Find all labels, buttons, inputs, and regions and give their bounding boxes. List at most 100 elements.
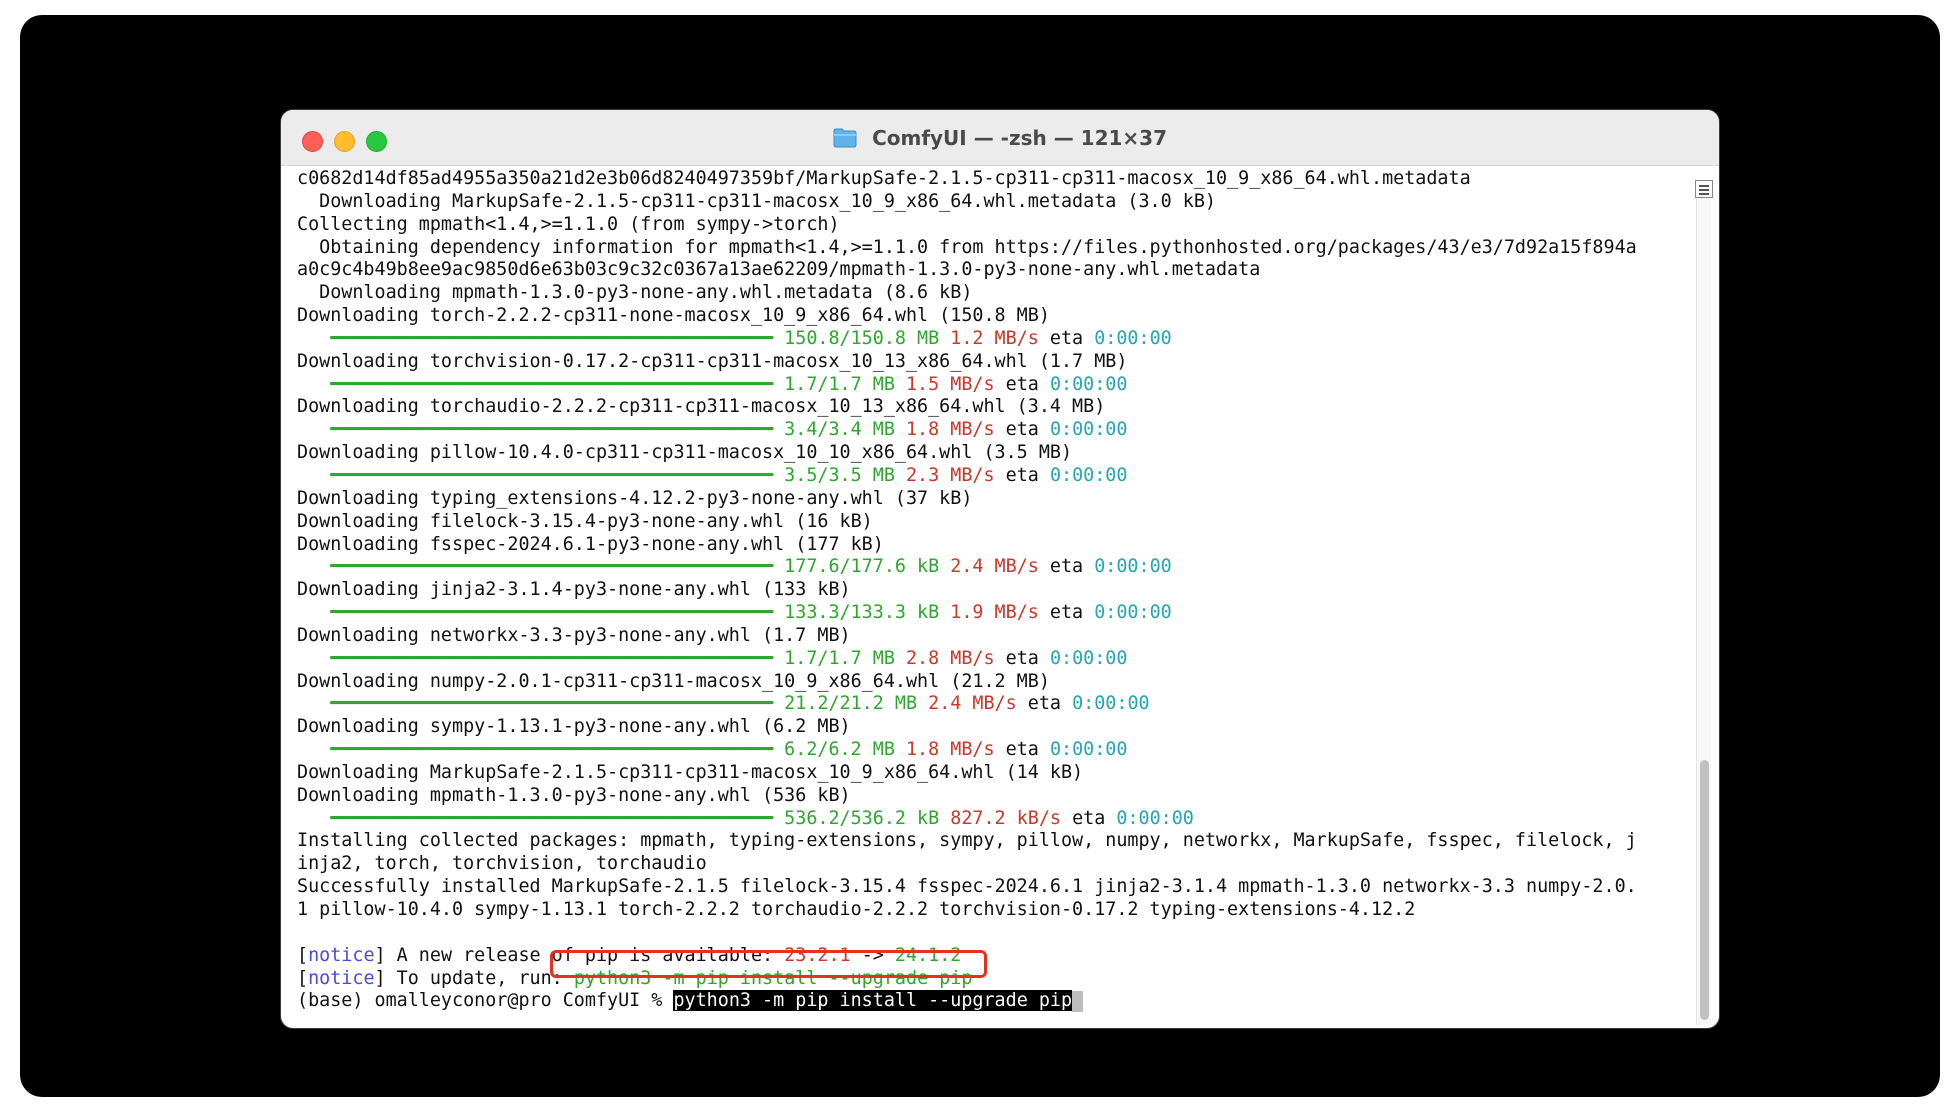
cyan-text: 0:00:00 <box>1072 693 1150 715</box>
line-text: inja2, torch, torchvision, torchaudio <box>297 853 707 875</box>
red-text: 1.2 MB/s <box>950 327 1039 349</box>
terminal-line: ━━━━━━━━━━━━━━━━━━━━━━━━━━━━━━━━━━━━━━━━… <box>297 648 1697 671</box>
red-text: 2.8 MB/s <box>905 647 995 669</box>
line-text: eta <box>994 373 1050 395</box>
line-text <box>939 328 950 349</box>
terminal-line: ━━━━━━━━━━━━━━━━━━━━━━━━━━━━━━━━━━━━━━━━… <box>297 602 1697 625</box>
red-text: 1.8 MB/s <box>905 419 995 441</box>
terminal-line <box>297 922 1697 945</box>
line-text: Downloading fsspec-2024.6.1-py3-none-any… <box>297 533 884 555</box>
line-text: Downloading mpmath-1.3.0-py3-none-any.wh… <box>297 282 973 304</box>
terminal-line: Downloading torchvision-0.17.2-cp311-cp3… <box>297 351 1697 374</box>
terminal-line: Downloading filelock-3.15.4-py3-none-any… <box>297 511 1697 534</box>
cyan-text: 0:00:00 <box>1094 602 1172 624</box>
terminal-line: inja2, torch, torchvision, torchaudio <box>297 853 1697 876</box>
title-bar[interactable]: ComfyUI — -zsh — 121×37 <box>281 110 1719 166</box>
text-cursor <box>1072 990 1084 1012</box>
terminal-line: Downloading MarkupSafe-2.1.5-cp311-cp311… <box>297 762 1697 785</box>
line-text: eta <box>1038 602 1095 624</box>
terminal-line: [notice] To update, run: python3 -m pip … <box>297 968 1697 991</box>
line-text <box>939 556 950 577</box>
line-text: [ <box>297 967 309 989</box>
line-text <box>895 648 906 669</box>
cyan-text: 0:00:00 <box>1094 327 1172 349</box>
red-text: 1.9 MB/s <box>950 602 1039 624</box>
terminal-line: Downloading torchaudio-2.2.2-cp311-cp311… <box>297 396 1697 419</box>
line-text: eta <box>994 647 1050 669</box>
vertical-scrollbar[interactable] <box>1695 180 1713 1025</box>
line-text: Downloading typing_extensions-4.12.2-py3… <box>297 487 973 509</box>
terminal-line: Installing collected packages: mpmath, t… <box>297 830 1697 853</box>
terminal-line: Downloading jinja2-3.1.4-py3-none-any.wh… <box>297 579 1697 602</box>
line-text: eta <box>994 419 1050 441</box>
terminal-line: [notice] A new release of pip is availab… <box>297 945 1697 968</box>
terminal-output[interactable]: c0682d14df85ad4955a350a21d2e3b06d8240497… <box>297 168 1697 1022</box>
line-text: Downloading MarkupSafe-2.1.5-cp311-cp311… <box>297 761 1084 783</box>
cyan-text: 0:00:00 <box>1049 464 1128 486</box>
terminal-line: Collecting mpmath<1.4,>=1.1.0 (from symp… <box>297 214 1697 237</box>
red-text: 1.5 MB/s <box>905 373 995 395</box>
line-text: 1 pillow-10.4.0 sympy-1.13.1 torch-2.2.2… <box>297 899 1416 920</box>
terminal-line: ━━━━━━━━━━━━━━━━━━━━━━━━━━━━━━━━━━━━━━━━… <box>297 465 1697 488</box>
line-text: eta <box>994 464 1050 486</box>
terminal-line: Downloading mpmath-1.3.0-py3-none-any.wh… <box>297 282 1697 305</box>
annotation-highlight-box <box>550 950 987 978</box>
green-text: ━━━━━━━━━━━━━━━━━━━━━━━━━━━━━━━━━━━━━━━━… <box>297 464 895 486</box>
line-text: eta <box>1038 556 1095 578</box>
cyan-text: 0:00:00 <box>1049 419 1128 441</box>
typed-command[interactable]: python3 -m pip install --upgrade pip <box>673 990 1073 1012</box>
terminal-line: Downloading pillow-10.4.0-cp311-cp311-ma… <box>297 442 1697 465</box>
notice-label: notice <box>308 967 375 989</box>
line-text <box>917 693 928 714</box>
terminal-line: Downloading numpy-2.0.1-cp311-cp311-maco… <box>297 671 1697 694</box>
line-text: eta <box>1016 693 1073 715</box>
red-text: 2.4 MB/s <box>950 556 1039 578</box>
screen-background: ComfyUI — -zsh — 121×37 c0682d14df85ad49… <box>20 15 1940 1097</box>
green-text: ━━━━━━━━━━━━━━━━━━━━━━━━━━━━━━━━━━━━━━━━… <box>297 556 940 578</box>
line-text: Downloading MarkupSafe-2.1.5-cp311-cp311… <box>297 190 1216 212</box>
terminal-line: ━━━━━━━━━━━━━━━━━━━━━━━━━━━━━━━━━━━━━━━━… <box>297 808 1697 831</box>
line-text: Downloading numpy-2.0.1-cp311-cp311-maco… <box>297 670 1050 692</box>
terminal-line: Obtaining dependency information for mpm… <box>297 237 1697 260</box>
line-text <box>297 922 308 943</box>
terminal-window[interactable]: ComfyUI — -zsh — 121×37 c0682d14df85ad49… <box>281 110 1719 1028</box>
red-text: 2.3 MB/s <box>905 464 995 486</box>
terminal-line: ━━━━━━━━━━━━━━━━━━━━━━━━━━━━━━━━━━━━━━━━… <box>297 739 1697 762</box>
green-text: ━━━━━━━━━━━━━━━━━━━━━━━━━━━━━━━━━━━━━━━━… <box>297 647 895 669</box>
line-text <box>895 374 906 395</box>
green-text: ━━━━━━━━━━━━━━━━━━━━━━━━━━━━━━━━━━━━━━━━… <box>297 807 940 829</box>
line-text <box>895 465 906 486</box>
line-text: Downloading filelock-3.15.4-py3-none-any… <box>297 510 873 532</box>
line-text: Downloading pillow-10.4.0-cp311-cp311-ma… <box>297 442 1073 464</box>
cyan-text: 0:00:00 <box>1049 647 1128 669</box>
line-text: Downloading torchaudio-2.2.2-cp311-cp311… <box>297 396 1106 418</box>
line-text: Installing collected packages: mpmath, t… <box>297 830 1637 852</box>
line-text: Collecting mpmath<1.4,>=1.1.0 (from symp… <box>297 213 840 235</box>
cyan-text: 0:00:00 <box>1049 373 1128 395</box>
terminal-line: Downloading MarkupSafe-2.1.5-cp311-cp311… <box>297 191 1697 214</box>
line-text: eta <box>994 739 1050 761</box>
terminal-line: ━━━━━━━━━━━━━━━━━━━━━━━━━━━━━━━━━━━━━━━━… <box>297 374 1697 397</box>
terminal-line: Downloading mpmath-1.3.0-py3-none-any.wh… <box>297 785 1697 808</box>
terminal-line: a0c9c4b49b8ee9ac9850d6e63b03c9c32c0367a1… <box>297 259 1697 282</box>
line-text: ] To update, run: <box>374 967 574 989</box>
line-text: eta <box>1061 807 1117 829</box>
terminal-line: ━━━━━━━━━━━━━━━━━━━━━━━━━━━━━━━━━━━━━━━━… <box>297 328 1697 351</box>
cyan-text: 0:00:00 <box>1116 807 1194 829</box>
line-text: eta <box>1038 327 1095 349</box>
cyan-text: 0:00:00 <box>1094 556 1172 578</box>
line-text: Downloading networkx-3.3-py3-none-any.wh… <box>297 624 851 646</box>
scroll-menu-icon[interactable] <box>1695 180 1713 198</box>
scrollbar-thumb[interactable] <box>1700 760 1709 1020</box>
window-title: ComfyUI — -zsh — 121×37 <box>872 126 1168 150</box>
line-text: Downloading sympy-1.13.1-py3-none-any.wh… <box>297 716 851 738</box>
notice-label: notice <box>308 944 375 966</box>
line-text <box>895 739 906 760</box>
green-text: ━━━━━━━━━━━━━━━━━━━━━━━━━━━━━━━━━━━━━━━━… <box>297 693 918 715</box>
terminal-line: Downloading sympy-1.13.1-py3-none-any.wh… <box>297 716 1697 739</box>
terminal-line: Downloading fsspec-2024.6.1-py3-none-any… <box>297 534 1697 557</box>
terminal-line: ━━━━━━━━━━━━━━━━━━━━━━━━━━━━━━━━━━━━━━━━… <box>297 419 1697 442</box>
green-text: ━━━━━━━━━━━━━━━━━━━━━━━━━━━━━━━━━━━━━━━━… <box>297 602 940 624</box>
terminal-line: Downloading networkx-3.3-py3-none-any.wh… <box>297 625 1697 648</box>
prompt-line[interactable]: (base) omalleyconor@pro ComfyUI % python… <box>297 990 1697 1013</box>
